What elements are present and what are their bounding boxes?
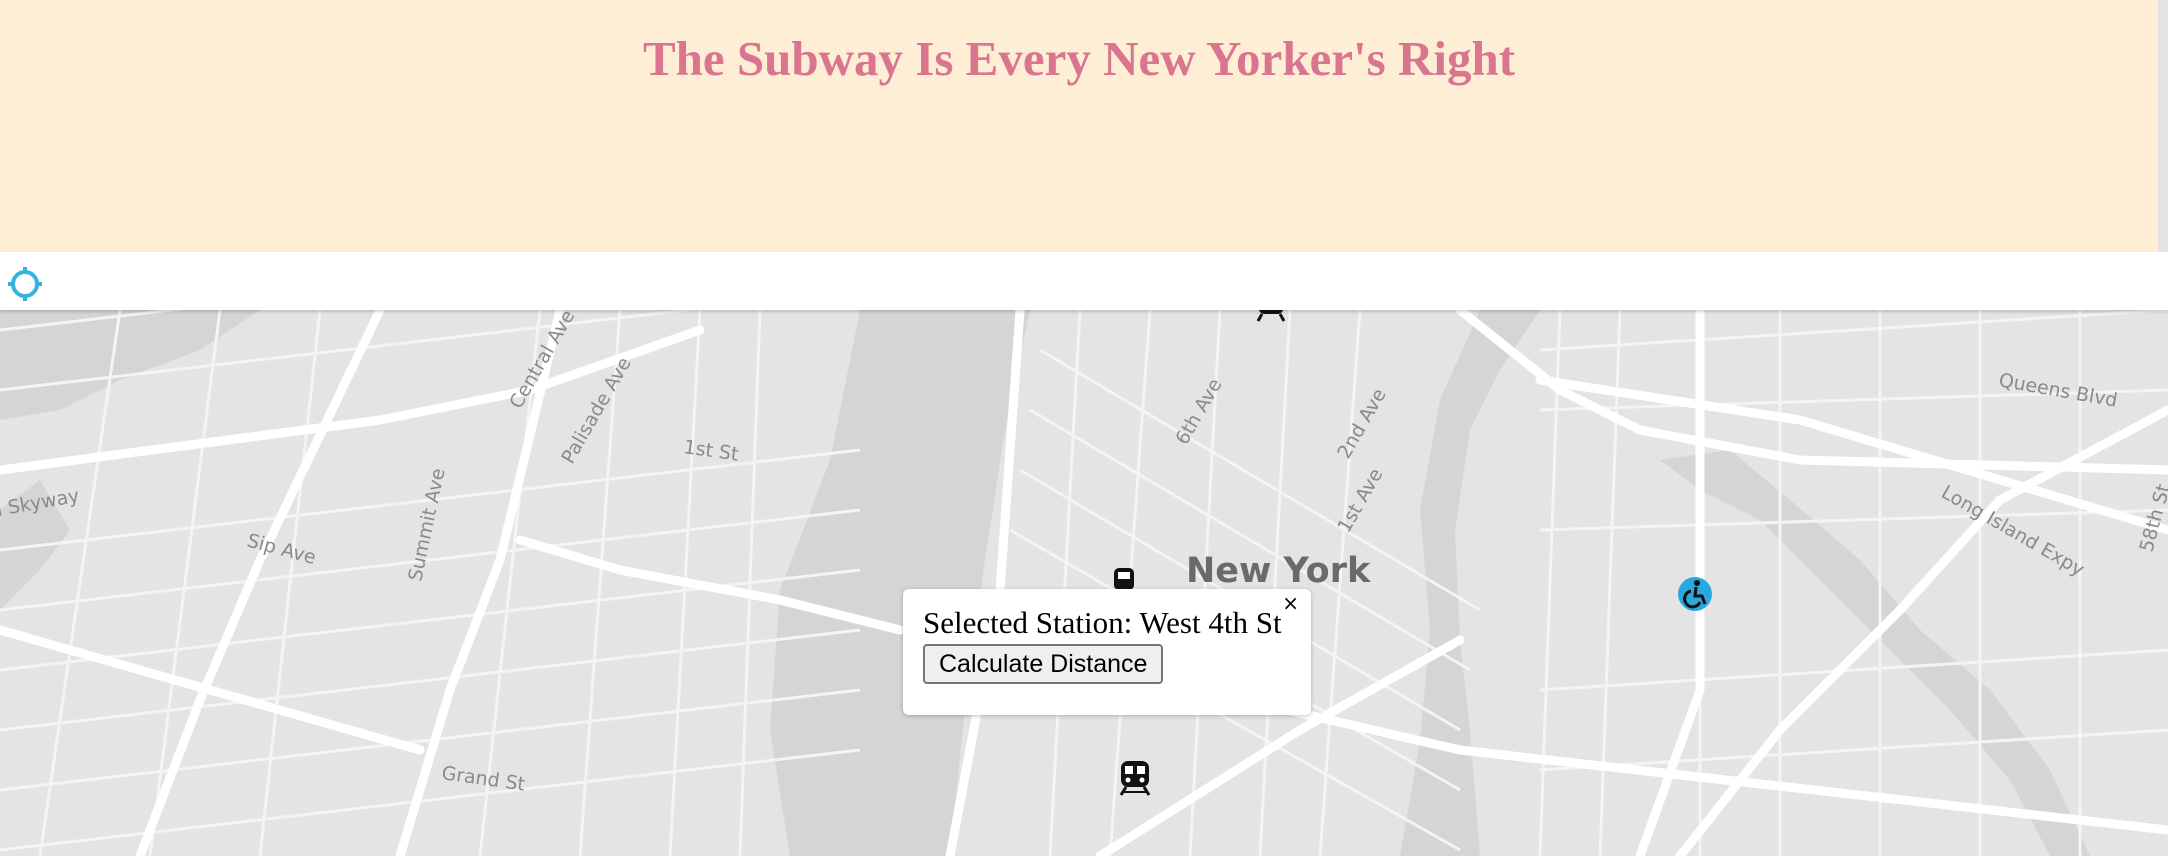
basemap: Central Ave Palisade Ave 1st St i Skyway… [0, 310, 2168, 856]
popup-close-button[interactable]: × [1282, 591, 1299, 615]
wheelchair-accessible-icon[interactable] [1677, 576, 1713, 612]
calculate-distance-button[interactable]: Calculate Distance [923, 644, 1164, 684]
map-toolbar [0, 252, 2168, 310]
header-banner: The Subway Is Every New Yorker's Right [0, 0, 2158, 252]
station-popup: × Selected Station: West 4th St Calculat… [903, 589, 1311, 715]
subway-station-icon[interactable] [1118, 760, 1152, 796]
subway-station-icon[interactable] [1256, 310, 1286, 322]
label-new-york: New York [1186, 551, 1371, 591]
page-title: The Subway Is Every New Yorker's Right [642, 31, 1516, 86]
geolocate-icon[interactable] [7, 266, 43, 302]
map-canvas[interactable]: Central Ave Palisade Ave 1st St i Skyway… [0, 310, 2168, 856]
selected-station-text: Selected Station: West 4th St [923, 605, 1282, 640]
